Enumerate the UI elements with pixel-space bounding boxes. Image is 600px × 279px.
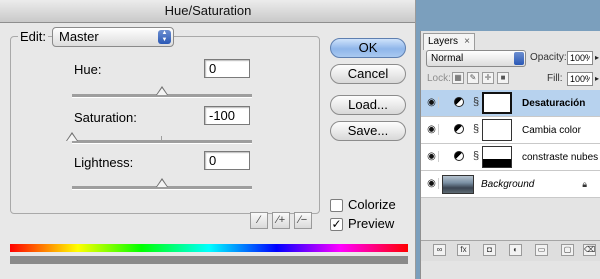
layers-footer: ∞ fx ◘ ◐ ▭ ▢ ⌫	[421, 240, 600, 261]
add-mask-icon[interactable]: ◘	[483, 244, 496, 256]
layer-style-icon[interactable]: fx	[457, 244, 470, 256]
save-button[interactable]: Save...	[330, 121, 406, 141]
new-adjustment-layer-icon[interactable]: ◐	[509, 244, 522, 256]
visibility-eye-icon[interactable]: ◉	[425, 124, 439, 135]
eyedropper-minus-icon[interactable]: ⁄−	[294, 212, 312, 229]
saturation-slider-track[interactable]	[72, 140, 252, 144]
ok-button[interactable]: OK	[330, 38, 406, 58]
trash-icon[interactable]: ⌫	[583, 244, 596, 256]
layer-mask-thumbnail[interactable]	[482, 92, 512, 114]
new-layer-icon[interactable]: ▢	[561, 244, 574, 256]
cancel-button[interactable]: Cancel	[330, 64, 406, 84]
lock-label: Lock:	[427, 73, 451, 84]
lightness-input[interactable]	[204, 151, 250, 170]
colorize-checkbox[interactable]	[330, 199, 343, 212]
opacity-arrow-icon[interactable]: ▸	[595, 53, 599, 62]
lock-icon: 🔒︎	[582, 179, 587, 189]
layer-name: Cambia color	[522, 125, 581, 136]
layer-name: constraste nubes	[522, 152, 599, 163]
lightness-slider-thumb[interactable]	[156, 178, 168, 187]
adjustment-layer-icon	[454, 97, 464, 107]
hue-spectrum-bar	[10, 244, 408, 252]
lock-transparent-icon[interactable]: ▦	[452, 72, 464, 84]
tab-layers[interactable]: Layers ×	[423, 33, 475, 50]
new-group-icon[interactable]: ▭	[535, 244, 548, 256]
opacity-label: Opacity:	[530, 52, 567, 63]
lightness-label: Lightness:	[74, 155, 134, 170]
saturation-label: Saturation:	[74, 110, 137, 125]
fill-arrow-icon[interactable]: ▸	[595, 74, 599, 83]
select-arrows-icon: ▲ ▼	[158, 30, 171, 44]
load-button[interactable]: Load...	[330, 95, 406, 115]
adjustment-layer-icon	[454, 124, 464, 134]
layer-row[interactable]: ◉ § Desaturación	[421, 90, 600, 117]
layer-mask-thumbnail[interactable]	[482, 119, 512, 141]
select-arrows-icon	[514, 52, 524, 65]
lock-position-icon[interactable]: ✛	[482, 72, 494, 84]
background-thumbnail	[442, 175, 474, 194]
colorize-label: Colorize	[348, 197, 396, 212]
link-chain-icon: §	[473, 123, 480, 135]
eyedropper-icon[interactable]: ⁄	[250, 212, 268, 229]
hue-slider-thumb[interactable]	[156, 86, 168, 95]
blend-mode-select[interactable]: Normal	[426, 50, 526, 67]
layer-mask-thumbnail[interactable]	[482, 146, 512, 168]
fill-input[interactable]	[567, 72, 593, 86]
visibility-eye-icon[interactable]: ◉	[425, 97, 439, 108]
hue-input[interactable]	[204, 59, 250, 78]
tab-layers-label: Layers	[428, 36, 459, 47]
lock-all-icon[interactable]: ■	[497, 72, 509, 84]
adjustment-layer-icon	[454, 151, 464, 161]
fill-label: Fill:	[547, 73, 563, 84]
layer-row[interactable]: ◉ § constraste nubes	[421, 144, 600, 171]
visibility-eye-icon[interactable]: ◉	[425, 178, 439, 189]
check-mark-icon: ✓	[331, 217, 342, 231]
hue-saturation-dialog: Hue/Saturation Edit: Master ▲▼ Hue: Satu…	[0, 0, 416, 279]
hue-label: Hue:	[74, 62, 102, 77]
link-chain-icon: §	[473, 150, 480, 162]
link-chain-icon: §	[473, 96, 480, 108]
layers-panel: Layers × Normal Opacity: ▸ Lock: ▦ ✎ ✛ ■…	[420, 31, 600, 279]
saturation-slider-thumb[interactable]	[66, 132, 78, 141]
dialog-title: Hue/Saturation	[0, 0, 415, 23]
edit-channel-select[interactable]: Master ▲ ▼	[52, 27, 174, 47]
result-spectrum-bar	[10, 256, 408, 264]
eyedropper-plus-icon[interactable]: ⁄+	[272, 212, 290, 229]
preview-checkbox[interactable]: ✓	[330, 218, 343, 231]
lock-image-icon[interactable]: ✎	[467, 72, 479, 84]
layer-row[interactable]: ◉ § Cambia color	[421, 117, 600, 144]
layer-name: Background	[481, 179, 535, 190]
layer-row[interactable]: ◉ Background 🔒︎	[421, 171, 600, 198]
link-layers-icon[interactable]: ∞	[433, 244, 446, 256]
edit-label: Edit:	[18, 29, 49, 44]
blend-mode-value: Normal	[431, 53, 464, 64]
opacity-input[interactable]	[567, 51, 593, 65]
visibility-eye-icon[interactable]: ◉	[425, 151, 439, 162]
edit-channel-value: Master	[59, 29, 99, 44]
close-icon[interactable]: ×	[464, 34, 470, 49]
preview-label: Preview	[348, 216, 395, 231]
saturation-center-tick	[161, 136, 162, 141]
saturation-input[interactable]	[204, 106, 250, 125]
layer-name: Desaturación	[522, 98, 586, 109]
